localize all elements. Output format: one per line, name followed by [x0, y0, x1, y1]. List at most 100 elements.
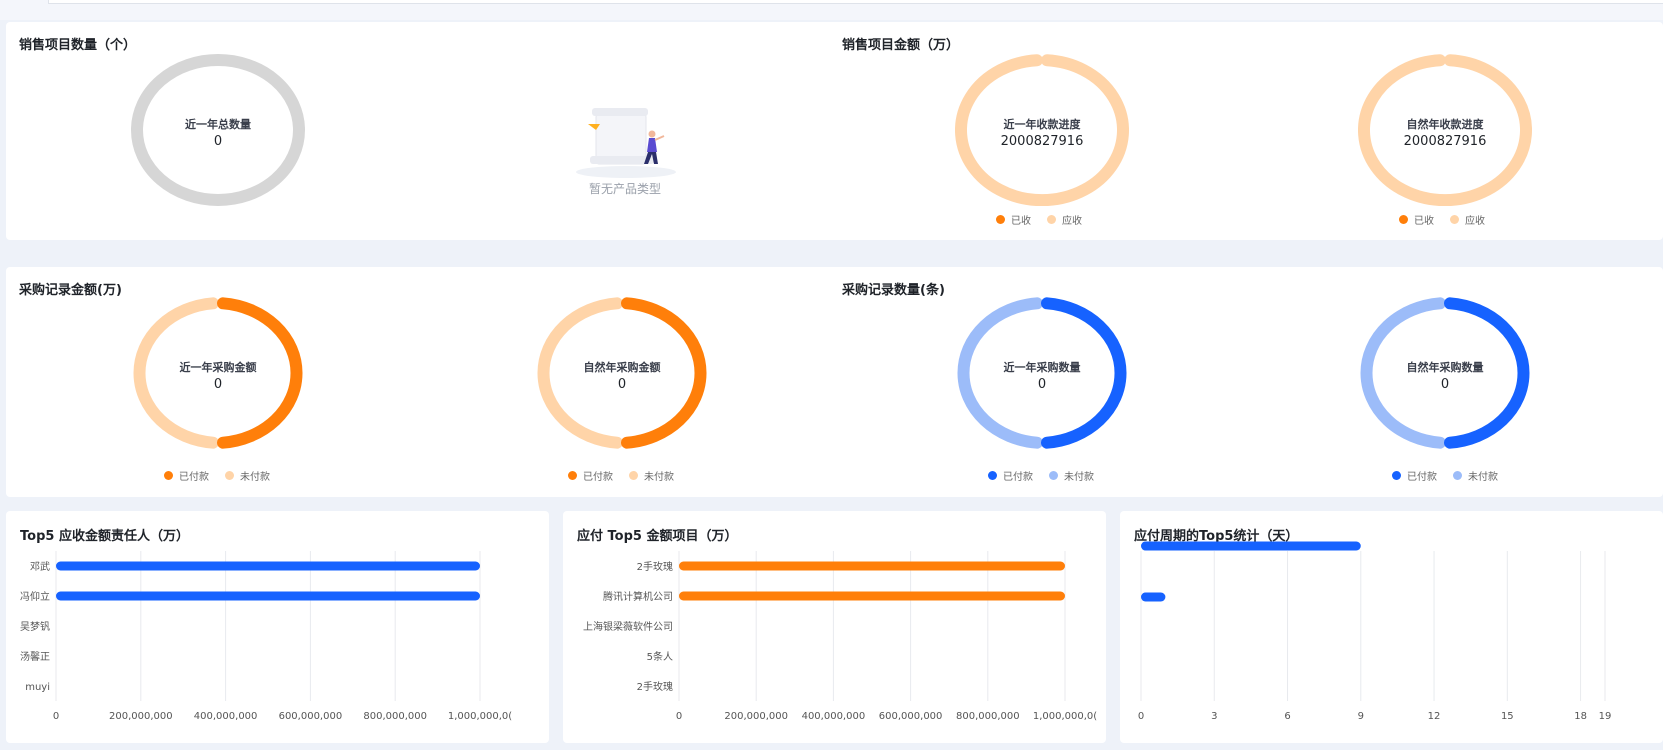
donut-value: 2000827916: [1000, 134, 1084, 149]
legend-item-paid[interactable]: 已付款: [988, 468, 1033, 483]
top-strip: [0, 0, 1663, 20]
bar: [1141, 541, 1361, 551]
bar: [679, 591, 1065, 601]
legend-dot: [1392, 471, 1401, 480]
legend-dot: [996, 215, 1005, 224]
legend-label: 未付款: [240, 472, 270, 483]
sales-amount-donut-2: 自然年收款进度 2000827916: [1357, 54, 1533, 206]
empty-illustration: [566, 94, 686, 184]
donut-label: 自然年采购金额: [583, 361, 661, 374]
x-tick-label: 400,000,000: [194, 711, 258, 722]
legend-dot: [164, 471, 173, 480]
legend-item-received[interactable]: 已收: [996, 212, 1031, 227]
legend-item-receivable[interactable]: 应收: [1047, 212, 1082, 227]
sales-amount-title: 销售项目金额（万）: [842, 38, 960, 53]
chart-panel-1: Top5 应收金额责任人（万） 0 200,000,000 400,000,000 6…: [6, 511, 549, 743]
legend-item-paid[interactable]: 已付款: [164, 468, 209, 483]
x-tick-label: 1,000,000,0(: [1033, 711, 1097, 722]
bar: [1141, 592, 1166, 602]
category-label: 冯仰立: [20, 590, 50, 603]
legend-item-unpaid[interactable]: 未付款: [629, 468, 674, 483]
donut-value: 2000827916: [1403, 134, 1487, 149]
x-tick-label: 1,000,000,0(: [448, 711, 512, 722]
donut-value: 0: [1037, 377, 1047, 392]
category-label: muyi: [25, 682, 50, 693]
category-label: 汤馨正: [20, 650, 50, 663]
legend-label: 未付款: [644, 472, 674, 483]
x-tick-label: 19: [1599, 711, 1612, 722]
legend-label: 未付款: [1468, 472, 1498, 483]
legend-item-unpaid[interactable]: 未付款: [1049, 468, 1094, 483]
x-tick-label: 3: [1211, 711, 1217, 722]
legend-dot: [1450, 215, 1459, 224]
x-tick-label: 600,000,000: [279, 711, 343, 722]
category-label: 上海银梁薇软件公司: [583, 620, 673, 633]
legend-dot: [629, 471, 638, 480]
legend-label: 已收: [1011, 216, 1031, 227]
legend-label: 已付款: [583, 472, 613, 483]
purchase-panel: 采购记录金额(万) 采购记录数量(条) 近一年采购金额 0 已付款 未付款 自然…: [6, 267, 1663, 497]
top-input-edge: [48, 0, 1663, 4]
legend-label: 已付款: [1003, 472, 1033, 483]
sales-amount-donut-1: 近一年收款进度 2000827916: [954, 54, 1130, 206]
empty-text: 暂无产品类型: [589, 182, 662, 196]
legend-item-unpaid[interactable]: 未付款: [225, 468, 270, 483]
purchase-count-legend-2: 已付款 未付款: [1392, 468, 1498, 483]
donut-label: 近一年收款进度: [1003, 118, 1081, 131]
x-tick-label: 600,000,000: [879, 711, 943, 722]
sales-amount-legend-1: 已收 应收: [996, 212, 1082, 227]
x-tick-label: 200,000,000: [724, 711, 788, 722]
legend-item-receivable[interactable]: 应收: [1450, 212, 1485, 227]
purchase-count-title: 采购记录数量(条): [842, 283, 945, 298]
x-tick-label: 6: [1284, 711, 1290, 722]
legend-label: 未付款: [1064, 472, 1094, 483]
sales-amount-legend-2: 已收 应收: [1399, 212, 1485, 227]
legend-item-unpaid[interactable]: 未付款: [1453, 468, 1498, 483]
purchase-count-donut-1: 近一年采购数量 0: [954, 297, 1130, 449]
donut-label: 自然年收款进度: [1406, 118, 1484, 131]
x-tick-label: 0: [1138, 711, 1144, 722]
legend-label: 已付款: [179, 472, 209, 483]
purchase-amount-legend-1: 已付款 未付款: [164, 468, 270, 483]
purchase-amount-title: 采购记录金额(万): [19, 283, 122, 298]
bar-chart-3: 0 3 6 9 12 15 18 19: [1138, 541, 1612, 722]
donut-value: 0: [213, 134, 223, 149]
legend-dot: [225, 471, 234, 480]
sales-count-title: 销售项目数量（个）: [19, 38, 137, 53]
x-tick-label: 800,000,000: [363, 711, 427, 722]
category-label: 邓武: [30, 560, 50, 573]
legend-item-paid[interactable]: 已付款: [568, 468, 613, 483]
legend-dot: [1399, 215, 1408, 224]
x-tick-label: 0: [53, 711, 59, 722]
bar-chart-1: 0 200,000,000 400,000,000 600,000,000 800,00…: [20, 551, 512, 722]
purchase-count-donut-2: 自然年采购数量 0: [1357, 297, 1533, 449]
bar: [679, 561, 1065, 571]
x-tick-label: 400,000,000: [802, 711, 866, 722]
x-tick-label: 12: [1428, 711, 1441, 722]
donut-label: 自然年采购数量: [1406, 361, 1484, 374]
legend-item-received[interactable]: 已收: [1399, 212, 1434, 227]
category-label: 吴梦钒: [20, 620, 50, 633]
legend-label: 应收: [1465, 216, 1485, 227]
x-tick-label: 0: [676, 711, 682, 722]
category-label: 5条人: [647, 650, 673, 663]
donut-value: 0: [617, 377, 627, 392]
x-tick-label: 9: [1358, 711, 1364, 722]
category-label: 2手玫瑰: [637, 680, 673, 693]
legend-dot: [568, 471, 577, 480]
purchase-amount-donut-1: 近一年采购金额 0: [130, 297, 306, 449]
purchase-amount-legend-2: 已付款 未付款: [568, 468, 674, 483]
legend-label: 应收: [1062, 216, 1082, 227]
bar: [56, 561, 480, 571]
category-label: 腾讯计算机公司: [603, 590, 673, 603]
legend-label: 已收: [1414, 216, 1434, 227]
legend-dot: [1453, 471, 1462, 480]
chart-panel-3: 应付周期的Top5统计（天） 0 3 6 9 12 15 18 19: [1120, 511, 1663, 743]
donut-label: 近一年总数量: [185, 118, 251, 131]
legend-item-paid[interactable]: 已付款: [1392, 468, 1437, 483]
donut-label: 近一年采购金额: [179, 361, 257, 374]
x-tick-label: 200,000,000: [109, 711, 173, 722]
sales-count-donut: 近一年总数量 0: [130, 54, 306, 206]
legend-dot: [1047, 215, 1056, 224]
legend-dot: [1049, 471, 1058, 480]
